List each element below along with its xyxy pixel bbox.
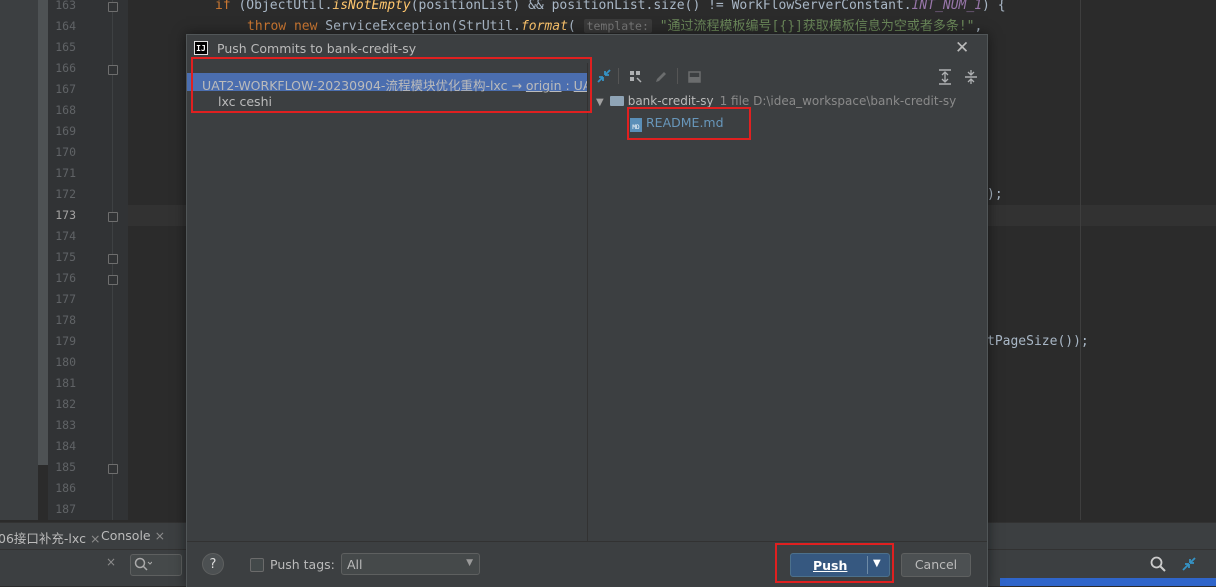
line-number: 172 [55, 187, 76, 201]
line-number: 164 [55, 19, 76, 33]
tab-label: Console [101, 528, 151, 543]
line-number: 170 [55, 145, 76, 159]
code-keyword: if [215, 0, 231, 13]
intellij-app-icon: IJ [194, 41, 208, 55]
left-tool-strip [0, 0, 38, 520]
close-icon[interactable]: × [90, 531, 100, 546]
console-search-input[interactable] [130, 554, 182, 576]
line-number: 165 [55, 40, 76, 54]
push-commits-dialog: IJ Push Commits to bank-credit-sy ✕ UAT2… [186, 34, 988, 587]
dialog-title: Push Commits to bank-credit-sy [217, 41, 417, 56]
code-fragment-172[interactable]: ); [987, 184, 1003, 205]
push-tags-select[interactable]: All ▼ [341, 553, 480, 575]
line-number: 173 [55, 208, 76, 222]
line-number: 184 [55, 439, 76, 453]
help-button[interactable]: ? [202, 553, 224, 575]
repo-tree-node[interactable]: ▼ bank-credit-sy 1 file D:\idea_workspace\… [596, 94, 956, 108]
group-by-icon[interactable] [629, 70, 643, 84]
line-number: 182 [55, 397, 76, 411]
toolbar-separator [618, 68, 619, 84]
collapse-arrows-icon[interactable] [1181, 556, 1197, 572]
search-icon[interactable] [1150, 556, 1166, 572]
annotation-box-push [775, 543, 894, 583]
line-number: 178 [55, 313, 76, 327]
line-number: 167 [55, 82, 76, 96]
annotation-box-branch [191, 57, 592, 113]
push-tags-checkbox[interactable] [250, 558, 264, 572]
search-icon [134, 557, 152, 571]
repo-meta: 1 file D:\idea_workspace\bank-credit-sy [719, 94, 957, 108]
push-tags-value: All [347, 557, 363, 572]
cancel-button[interactable]: Cancel [901, 553, 971, 577]
close-icon[interactable]: × [155, 528, 165, 543]
chevron-down-icon[interactable]: ▼ [596, 97, 604, 108]
code-text: ( [567, 19, 576, 34]
code-text: (positionList) && positionList.size() !=… [410, 0, 912, 13]
right-margin-guide [1080, 0, 1081, 520]
left-scrollbar[interactable] [38, 0, 48, 465]
code-method: format [520, 19, 568, 34]
line-number: 187 [55, 502, 76, 516]
commits-pane: UAT2-WORKFLOW-20230904-流程模块优化重构-lxc → or… [187, 63, 606, 564]
preview-diff-icon[interactable] [688, 70, 702, 84]
code-text: (ObjectUtil. [230, 0, 333, 13]
fold-marker[interactable] [108, 212, 118, 222]
line-number: 181 [55, 376, 76, 390]
code-keyword: new [293, 19, 318, 34]
expand-all-icon[interactable] [938, 69, 952, 85]
line-number: 180 [55, 355, 76, 369]
line-number: 186 [55, 481, 76, 495]
code-keyword: throw [247, 19, 287, 34]
folder-icon [609, 96, 624, 106]
fold-marker[interactable] [108, 254, 118, 264]
line-number: 183 [55, 418, 76, 432]
code-text: , [974, 19, 983, 34]
close-icon[interactable]: ✕ [955, 38, 969, 58]
code-constant: INT_NUM_1 [911, 0, 983, 13]
code-line-163[interactable]: if (ObjectUtil.isNotEmpty(positionList) … [215, 0, 1006, 16]
parameter-hint: template: [583, 19, 652, 33]
collapse-diff-icon[interactable] [596, 68, 612, 84]
annotation-box-file [627, 107, 751, 140]
line-number: 179 [55, 334, 76, 348]
repo-name: bank-credit-sy [627, 94, 714, 108]
toolbar-separator [677, 68, 678, 84]
line-number: 163 [55, 0, 76, 12]
edit-icon[interactable] [654, 70, 668, 84]
line-number: 171 [55, 166, 76, 180]
line-number: 177 [55, 292, 76, 306]
collapse-all-icon[interactable] [964, 69, 978, 85]
line-number: 176 [55, 271, 76, 285]
code-method: isNotEmpty [332, 0, 411, 13]
code-text: ) { [982, 0, 1006, 13]
fold-marker[interactable] [108, 275, 118, 285]
line-number: 166 [55, 61, 76, 75]
tab-run-config[interactable]: 06接口补充-lxc × [0, 528, 100, 547]
tab-console[interactable]: Console × [101, 528, 165, 543]
code-text: ServiceException(StrUtil. [317, 19, 521, 34]
fold-marker[interactable] [108, 2, 118, 12]
line-number: 174 [55, 229, 76, 243]
close-icon[interactable]: × [106, 555, 116, 569]
push-tags-label[interactable]: Push tags: [270, 557, 335, 572]
line-number: 168 [55, 103, 76, 117]
line-number: 169 [55, 124, 76, 138]
code-string: "通过流程模板编号[{}]获取模板信息为空或者多条!" [659, 19, 975, 34]
code-fragment-179[interactable]: tPageSize()); [987, 331, 1089, 352]
tab-label: 06接口补充-lxc [0, 531, 86, 546]
fold-marker[interactable] [108, 65, 118, 75]
line-number: 185 [55, 460, 76, 474]
fold-marker[interactable] [108, 464, 118, 474]
chevron-down-icon: ▼ [466, 558, 473, 568]
line-number: 175 [55, 250, 76, 264]
